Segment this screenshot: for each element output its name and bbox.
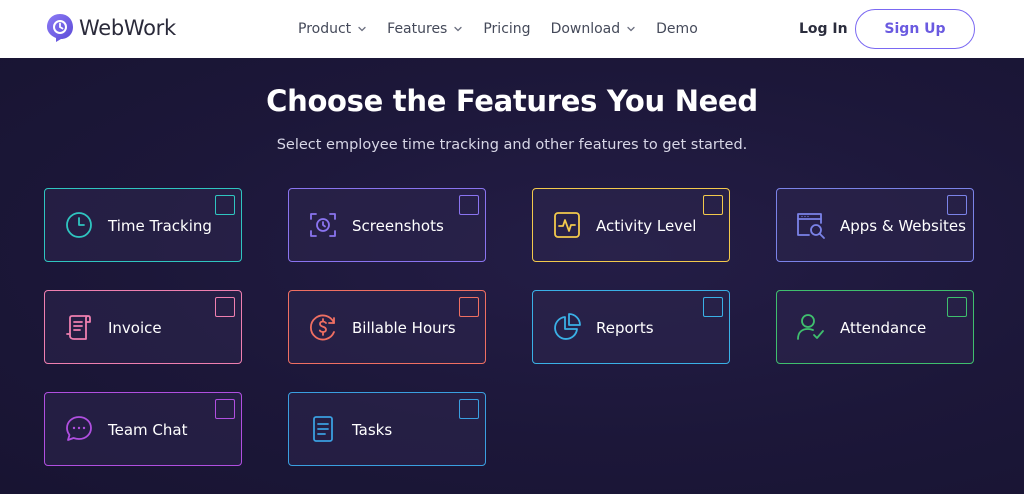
signup-button[interactable]: Sign Up: [855, 9, 975, 49]
feature-checkbox[interactable]: [215, 195, 235, 215]
billable-hours-icon: [310, 314, 335, 341]
feature-card-label: Attendance: [840, 319, 927, 337]
feature-card-label: Reports: [596, 319, 654, 337]
activity-icon: [554, 212, 580, 238]
page-title: Choose the Features You Need: [266, 84, 758, 118]
feature-card-attendance[interactable]: Attendance: [776, 290, 974, 364]
attendance-icon: [797, 314, 824, 340]
feature-card-label: Time Tracking: [108, 217, 212, 235]
feature-card-label: Billable Hours: [352, 319, 456, 337]
top-navbar: WebWork Product Features Pricing Download De…: [0, 0, 1024, 58]
nav-item-pricing[interactable]: Pricing: [483, 21, 530, 37]
nav-item-product[interactable]: Product: [298, 21, 367, 37]
main-nav: Product Features Pricing Download Demo: [298, 0, 718, 58]
feature-checkbox[interactable]: [703, 297, 723, 317]
feature-card-label: Team Chat: [108, 421, 188, 439]
feature-card-reports[interactable]: Reports: [532, 290, 730, 364]
chevron-down-icon: [627, 26, 635, 32]
feature-checkbox[interactable]: [459, 195, 479, 215]
feature-card-label: Screenshots: [352, 217, 444, 235]
login-link[interactable]: Log In: [799, 21, 848, 37]
feature-card-apps-and-websites[interactable]: Apps & Websites: [776, 188, 974, 262]
chevron-down-icon: [454, 26, 463, 32]
feature-checkbox[interactable]: [947, 297, 967, 317]
feature-card-billable-hours[interactable]: Billable Hours: [288, 290, 486, 364]
feature-card-team-chat[interactable]: Team Chat: [44, 392, 242, 466]
feature-card-screenshots[interactable]: Screenshots: [288, 188, 486, 262]
nav-item-label: Demo: [656, 21, 698, 37]
feature-checkbox[interactable]: [215, 399, 235, 419]
chevron-down-icon: [358, 26, 366, 32]
reports-icon: [554, 313, 581, 340]
feature-card-label: Apps & Websites: [840, 217, 966, 235]
brand-name: WebWork: [79, 16, 176, 40]
nav-item-demo[interactable]: Demo: [656, 21, 698, 37]
invoice-icon: [66, 315, 91, 340]
features-section: Choose the Features You Need Select empl…: [0, 58, 1024, 494]
feature-card-label: Tasks: [352, 421, 393, 439]
nav-item-label: Pricing: [483, 21, 531, 37]
feature-checkbox[interactable]: [703, 195, 723, 215]
feature-checkbox[interactable]: [215, 297, 235, 317]
nav-item-label: Product: [298, 21, 352, 37]
feature-checkbox[interactable]: [947, 195, 967, 215]
feature-card-label: Invoice: [108, 319, 162, 337]
apps-websites-icon: [797, 213, 825, 239]
feature-card-time-tracking[interactable]: Time Tracking: [44, 188, 242, 262]
feature-checkbox[interactable]: [459, 297, 479, 317]
nav-item-label: Features: [387, 21, 448, 37]
clock-icon: [66, 212, 92, 238]
logo-icon: [47, 14, 73, 42]
nav-item-label: Download: [550, 21, 621, 37]
nav-item-features[interactable]: Features: [387, 21, 463, 37]
tasks-icon: [313, 416, 333, 442]
feature-checkbox[interactable]: [459, 399, 479, 419]
brand-logo[interactable]: WebWork: [46, 13, 176, 43]
chat-icon: [66, 416, 92, 441]
screenshot-icon: [310, 213, 336, 237]
feature-card-activity-level[interactable]: Activity Level: [532, 188, 730, 262]
nav-item-download[interactable]: Download: [551, 21, 637, 37]
feature-card-invoice[interactable]: Invoice: [44, 290, 242, 364]
page-subtitle: Select employee time tracking and other …: [276, 137, 748, 153]
feature-card-tasks[interactable]: Tasks: [288, 392, 486, 466]
feature-card-label: Activity Level: [596, 217, 697, 235]
